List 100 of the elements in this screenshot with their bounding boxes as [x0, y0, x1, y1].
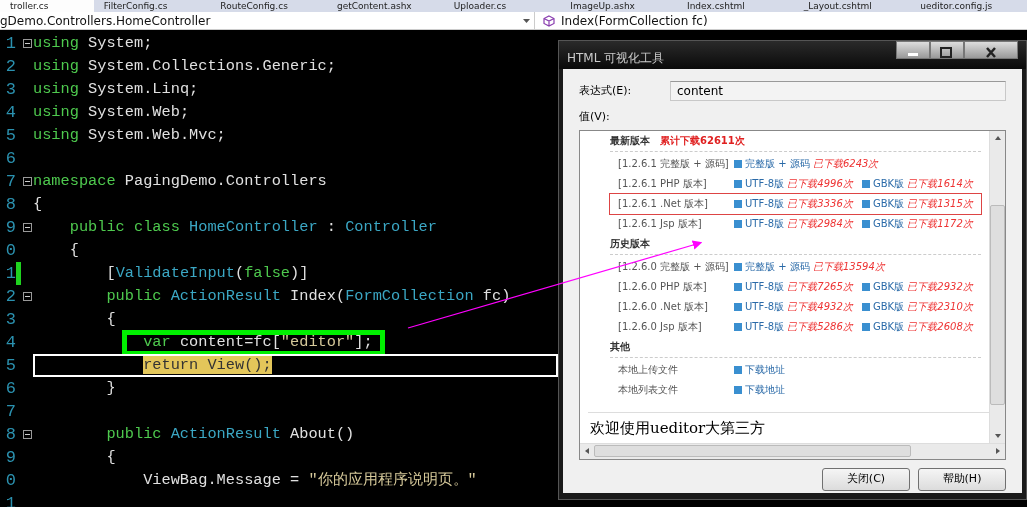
version-label: [1.2.6.1 PHP 版本] [618, 176, 708, 191]
code-line: using System; [33, 33, 153, 54]
editor-tab[interactable]: RouteConfig.cs [210, 0, 327, 12]
horizontal-scrollbar[interactable] [580, 442, 1005, 459]
line-number: 9 [4, 447, 16, 469]
download-icon [862, 179, 870, 188]
version-label: 本地上传文件 [618, 362, 679, 377]
download-count: 已下载4932次 [787, 300, 853, 312]
line-number: 3 [4, 79, 16, 101]
editor-tab[interactable]: FilterConfig.cs [93, 0, 211, 12]
download-link[interactable]: 下载地址 [745, 383, 785, 395]
download-link[interactable]: GBK版 [873, 280, 905, 292]
version-label: [1.2.6.0 PHP 版本] [618, 279, 708, 294]
download-count: 已下载5286次 [787, 320, 853, 332]
editor-tab[interactable]: ImageUp.ashx [560, 0, 677, 12]
line-number: 0 [4, 240, 16, 262]
code-line: public ActionResult Index(FormCollection fc) [105, 286, 511, 307]
line-number: 7 [4, 171, 16, 193]
download-icon [734, 179, 742, 188]
collapse-icon[interactable] [22, 39, 32, 48]
code-line: public ActionResult About() [105, 424, 355, 445]
editor-tab[interactable]: _Layout.cshtml [793, 0, 911, 12]
line-number: 8 [4, 424, 16, 446]
download-icon [734, 282, 742, 291]
line-number: 2 [4, 56, 16, 78]
dialog-title: HTML 可视化工具 [567, 50, 665, 67]
download-icon [862, 282, 870, 291]
collapse-icon[interactable] [22, 430, 32, 439]
field-label: 表达式(E): [579, 82, 633, 99]
download-link[interactable]: GBK版 [873, 300, 905, 312]
download-total: 累计下载62611次 [660, 134, 745, 146]
vertical-scrollbar[interactable] [989, 130, 1005, 443]
download-link[interactable]: UTF-8版 [745, 177, 785, 189]
scroll-up-icon[interactable] [994, 134, 1001, 141]
editor-tab[interactable]: ueditor.config.js [910, 0, 1027, 12]
download-count: 已下载6243次 [812, 157, 879, 169]
member-dropdown[interactable]: Index(FormCollection fc) [535, 12, 708, 29]
download-link[interactable]: GBK版 [873, 320, 905, 332]
download-link[interactable]: 完整版 + 源码 [745, 157, 810, 169]
type-dropdown[interactable]: gDemo.Controllers.HomeController [0, 12, 535, 29]
download-link[interactable]: UTF-8版 [745, 320, 785, 332]
download-icon [862, 219, 870, 228]
download-count: 已下载3336次 [787, 197, 853, 209]
download-count: 已下载1315次 [907, 197, 973, 209]
editor-tab[interactable]: Index.cshtml [677, 0, 794, 12]
download-icon [734, 302, 742, 311]
line-number: 6 [4, 148, 16, 170]
code-line: using System.Collections.Generic; [33, 56, 336, 77]
version-label: 本地列表文件 [618, 382, 679, 397]
download-icon [734, 219, 742, 228]
section-heading: 历史版本 [610, 237, 650, 249]
code-line: } [105, 378, 116, 399]
download-count: 已下载2310次 [907, 300, 973, 312]
download-icon [734, 365, 742, 374]
download-link[interactable]: UTF-8版 [745, 217, 785, 229]
expression-field[interactable]: content [670, 81, 1006, 101]
code-line: using System.Web.Mvc; [33, 125, 226, 146]
line-number: 5 [4, 125, 16, 147]
download-icon [862, 302, 870, 311]
scroll-left-icon[interactable] [584, 448, 590, 454]
line-number: 4 [4, 332, 16, 354]
download-link[interactable]: UTF-8版 [745, 280, 785, 292]
download-link[interactable]: 完整版 + 源码 [745, 260, 810, 272]
download-link[interactable]: GBK版 [873, 217, 905, 229]
line-number: 4 [4, 102, 16, 124]
download-link[interactable]: GBK版 [873, 177, 905, 189]
scroll-thumb[interactable] [990, 204, 1005, 405]
collapse-icon[interactable] [22, 223, 32, 232]
section-heading: 最新版本 [610, 134, 650, 146]
line-number: 5 [4, 355, 16, 377]
version-label: [1.2.6.1 完整版 + 源码] [618, 156, 730, 171]
editor-tab[interactable]: Uploader.cs [443, 0, 561, 12]
maximize-button[interactable] [930, 41, 964, 59]
download-count: 已下载2932次 [907, 280, 973, 292]
version-label: [1.2.6.0 完整版 + 源码] [618, 259, 730, 274]
cube-icon [543, 14, 555, 27]
editor-tab[interactable]: getContent.ashx [327, 0, 444, 12]
dialog-button[interactable]: 帮助(H) [918, 467, 1006, 491]
download-count: 已下载1614次 [907, 177, 973, 189]
version-label: [1.2.6.0 Jsp 版本] [618, 319, 703, 334]
line-number: 8 [4, 194, 16, 216]
download-link[interactable]: 下载地址 [745, 363, 785, 375]
line-number: 7 [4, 401, 16, 423]
download-link[interactable]: UTF-8版 [745, 300, 785, 312]
collapse-icon[interactable] [22, 177, 32, 186]
dialog-button[interactable]: 关闭(C) [822, 467, 910, 491]
download-link[interactable]: UTF-8版 [745, 197, 785, 209]
minimize-button[interactable] [896, 41, 930, 59]
code-line: using System.Linq; [33, 79, 199, 100]
editor-tab[interactable]: troller.cs [0, 0, 94, 12]
code-line: { [33, 194, 43, 215]
scroll-right-icon[interactable] [995, 448, 1001, 454]
download-link[interactable]: GBK版 [873, 197, 905, 209]
close-button[interactable] [964, 41, 1018, 59]
collapse-icon[interactable] [22, 292, 32, 301]
scroll-down-icon[interactable] [994, 432, 1001, 439]
download-count: 已下载2984次 [787, 217, 853, 229]
scroll-thumb[interactable] [594, 445, 911, 457]
code-line: ViewBag.Message = "你的应用程序说明页。" [142, 470, 477, 491]
type-name: gDemo.Controllers.HomeController [0, 13, 211, 29]
